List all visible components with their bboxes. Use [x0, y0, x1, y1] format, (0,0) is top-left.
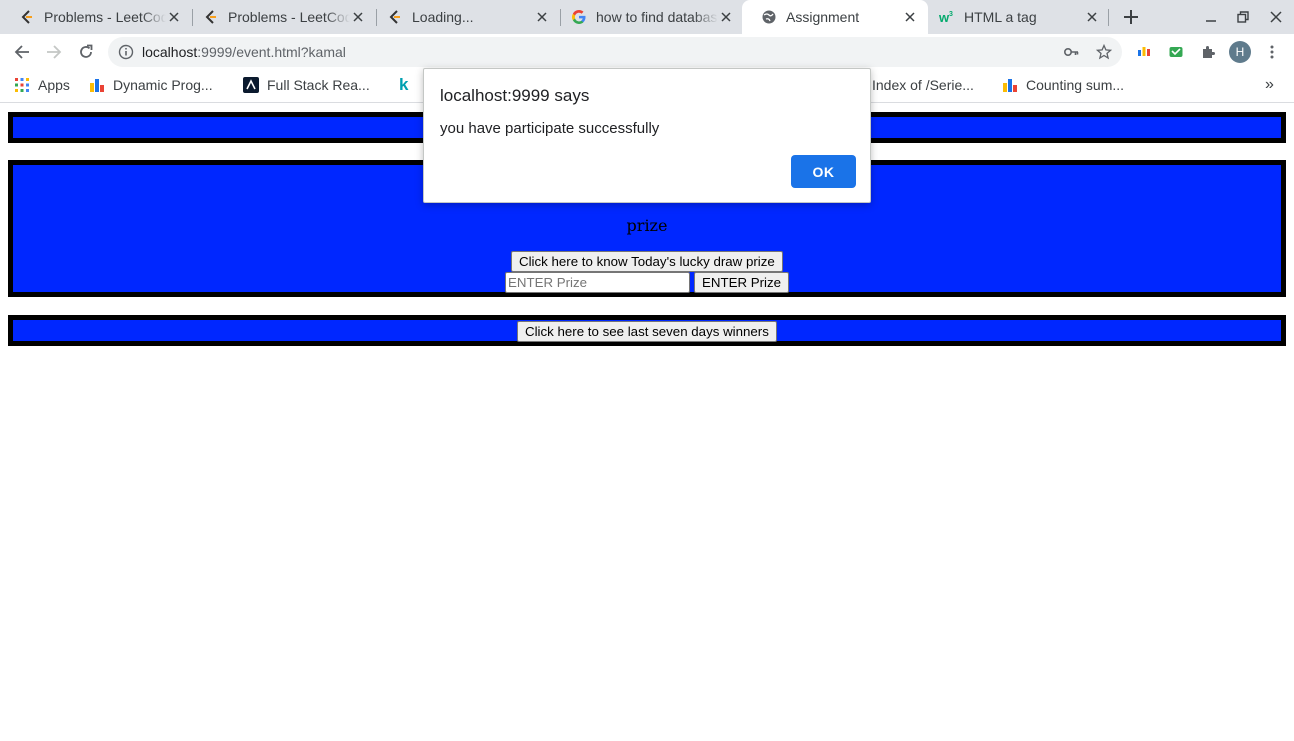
bookmark-label: Index of /Serie...	[872, 77, 974, 93]
bar-chart-icon	[89, 77, 105, 93]
dialog-title: localhost:9999 says	[440, 86, 590, 105]
extension-inbox-icon[interactable]	[1167, 43, 1185, 61]
close-icon[interactable]	[902, 9, 918, 25]
reload-button[interactable]	[74, 40, 98, 64]
k-icon: k	[399, 75, 409, 94]
bookmark-label: Full Stack Rea...	[267, 77, 370, 93]
prize-label: prize	[626, 216, 668, 235]
close-icon[interactable]	[718, 9, 734, 25]
bookmark-index-of-series[interactable]: Index of /Serie...	[872, 70, 974, 100]
bookmark-label: Apps	[38, 77, 70, 93]
bar-chart-icon	[1002, 77, 1018, 93]
bookmarks-overflow-button[interactable]: »	[1265, 70, 1274, 100]
apps-grid-icon	[14, 77, 30, 93]
kebab-menu-icon[interactable]	[1263, 43, 1281, 61]
browser-toolbar: localhost:9999/event.html?kamal H	[0, 34, 1294, 70]
tab-html-a-tag[interactable]: w3 HTML a tag	[920, 0, 1110, 34]
tab-title: Problems - LeetCode	[44, 9, 166, 25]
leetcode-icon	[18, 8, 36, 26]
close-icon	[1270, 11, 1282, 23]
url-text: localhost:9999/event.html?kamal	[142, 37, 346, 67]
winners-button[interactable]: Click here to see last seven days winner…	[517, 321, 777, 342]
double-chevron-icon: »	[1265, 76, 1274, 93]
extension-bars-icon[interactable]	[1135, 43, 1153, 61]
close-window-button[interactable]	[1267, 8, 1285, 26]
restore-icon	[1237, 11, 1249, 23]
tab-title: Assignment	[786, 9, 860, 25]
plus-icon	[1124, 10, 1138, 24]
tab-title: Problems - LeetCode	[228, 9, 350, 25]
lucky-draw-button[interactable]: Click here to know Today's lucky draw pr…	[511, 251, 783, 272]
tab-assignment[interactable]: Assignment	[742, 0, 928, 34]
leetcode-icon	[202, 8, 220, 26]
back-button[interactable]	[10, 40, 34, 64]
tab-separator	[1108, 9, 1109, 26]
info-icon	[118, 44, 134, 60]
enter-prize-button[interactable]: ENTER Prize	[694, 272, 790, 293]
minimize-button[interactable]	[1202, 8, 1220, 26]
bookmark-label: Dynamic Prog...	[113, 77, 213, 93]
tab-loading[interactable]: Loading...	[368, 0, 560, 34]
puzzle-icon[interactable]	[1199, 43, 1217, 61]
close-icon[interactable]	[350, 9, 366, 25]
tab-strip: Problems - LeetCode Problems - LeetCode …	[0, 0, 1294, 34]
bookmark-counting-sum[interactable]: Counting sum...	[1002, 70, 1124, 100]
close-icon[interactable]	[534, 9, 550, 25]
close-icon[interactable]	[166, 9, 182, 25]
fullstack-icon	[243, 77, 259, 93]
svg-text:3: 3	[949, 11, 953, 18]
close-icon[interactable]	[1084, 9, 1100, 25]
restore-button[interactable]	[1234, 8, 1252, 26]
globe-icon	[760, 8, 778, 26]
profile-avatar[interactable]: H	[1229, 41, 1251, 63]
star-icon[interactable]	[1096, 44, 1112, 60]
tab-leetcode-2[interactable]: Problems - LeetCode	[184, 0, 376, 34]
bookmark-k[interactable]: k	[399, 70, 408, 100]
tab-google-search[interactable]: how to find database	[552, 0, 744, 34]
bookmark-apps[interactable]: Apps	[14, 70, 70, 100]
reload-icon	[80, 44, 93, 58]
bookmark-full-stack[interactable]: Full Stack Rea...	[243, 70, 370, 100]
minimize-icon	[1206, 20, 1216, 22]
alert-dialog: localhost:9999 says you have participate…	[423, 68, 871, 203]
url-path: :9999/event.html?kamal	[197, 44, 346, 60]
ok-button[interactable]: OK	[791, 155, 856, 188]
leetcode-icon	[386, 8, 404, 26]
new-tab-button[interactable]	[1120, 6, 1142, 28]
w3schools-icon: w3	[938, 8, 956, 26]
tab-title: HTML a tag	[964, 9, 1037, 25]
tab-title: how to find database	[596, 9, 718, 25]
forward-arrow-icon	[47, 45, 62, 59]
tab-leetcode-1[interactable]: Problems - LeetCode	[0, 0, 192, 34]
bookmark-dynamic-prog[interactable]: Dynamic Prog...	[89, 70, 213, 100]
url-host: localhost	[142, 44, 198, 60]
key-icon[interactable]	[1063, 44, 1079, 60]
prize-input[interactable]	[505, 272, 690, 293]
forward-button[interactable]	[42, 40, 66, 64]
bookmark-label: Counting sum...	[1026, 77, 1125, 93]
winners-box: Click here to see last seven days winner…	[8, 315, 1286, 346]
google-icon	[570, 8, 588, 26]
dialog-message: you have participate successfully	[440, 120, 660, 137]
address-bar[interactable]: localhost:9999/event.html?kamal	[108, 37, 1122, 67]
tab-title: Loading...	[412, 9, 474, 25]
back-arrow-icon	[14, 45, 29, 59]
